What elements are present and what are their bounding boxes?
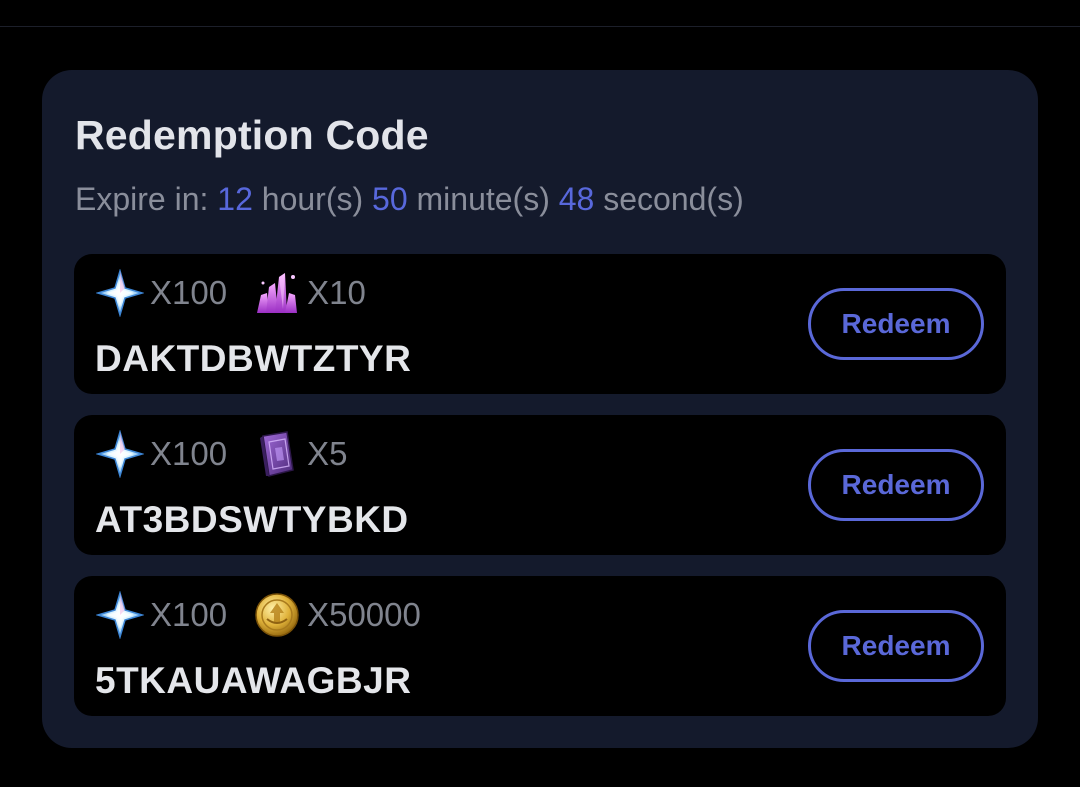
reward-item: X100 — [96, 430, 227, 478]
reward-item: X5 — [253, 430, 347, 478]
reward-item: X10 — [253, 269, 366, 317]
redemption-code-text: 5TKAUAWAGBJR — [95, 660, 412, 701]
top-divider — [0, 26, 1080, 27]
redemption-code-text: DAKTDBWTZTYR — [95, 338, 412, 379]
redeem-button[interactable]: Redeem — [808, 288, 984, 360]
redemption-code-text: AT3BDSWTYBKD — [95, 499, 409, 540]
expiry-hours: 12 — [217, 181, 253, 217]
page-title: Redemption Code — [75, 112, 429, 158]
reward-item: X50000 — [253, 591, 421, 639]
expiry-prefix: Expire in: — [75, 181, 218, 217]
expiry-countdown: Expire in: 12 hour(s) 50 minute(s) 48 se… — [75, 181, 744, 218]
expiry-seconds: 48 — [558, 181, 595, 217]
code-row: X100 X5 AT3BDSWTYBKD Redeem — [74, 415, 1006, 555]
expiry-minutes: 50 — [372, 181, 408, 217]
code-row: X100 X10 DAKTDBWTZTYR Redeem — [74, 254, 1006, 394]
primogem-icon — [96, 591, 144, 639]
reward-qty: X10 — [307, 274, 366, 311]
reward-item: X100 — [96, 269, 227, 317]
expiry-seconds-unit: second(s) — [594, 181, 744, 217]
redeem-button[interactable]: Redeem — [808, 610, 984, 682]
reward-qty: X5 — [307, 435, 348, 472]
expiry-minutes-unit: minute(s) — [407, 181, 559, 217]
redemption-code-card: Redemption Code Expire in: 12 hour(s) 50… — [42, 70, 1038, 748]
expiry-hours-unit: hour(s) — [252, 181, 373, 217]
reward-list: X100 X50000 — [96, 590, 447, 640]
redeem-button[interactable]: Redeem — [808, 449, 984, 521]
crystal-cluster-icon — [257, 273, 298, 313]
code-row: X100 X50000 5TKAUAWAGBJR Redeem — [74, 576, 1006, 716]
reward-item: X100 — [96, 591, 227, 639]
reward-qty: X100 — [150, 435, 228, 472]
primogem-icon — [96, 430, 144, 478]
mora-coin-icon — [255, 593, 299, 637]
reward-qty: X100 — [150, 274, 228, 311]
reward-list: X100 X10 — [96, 268, 392, 318]
primogem-icon — [96, 269, 144, 317]
hero-wit-book-icon — [260, 431, 294, 477]
reward-list: X100 X5 — [96, 429, 373, 479]
reward-qty: X50000 — [307, 596, 421, 633]
reward-qty: X100 — [150, 596, 228, 633]
